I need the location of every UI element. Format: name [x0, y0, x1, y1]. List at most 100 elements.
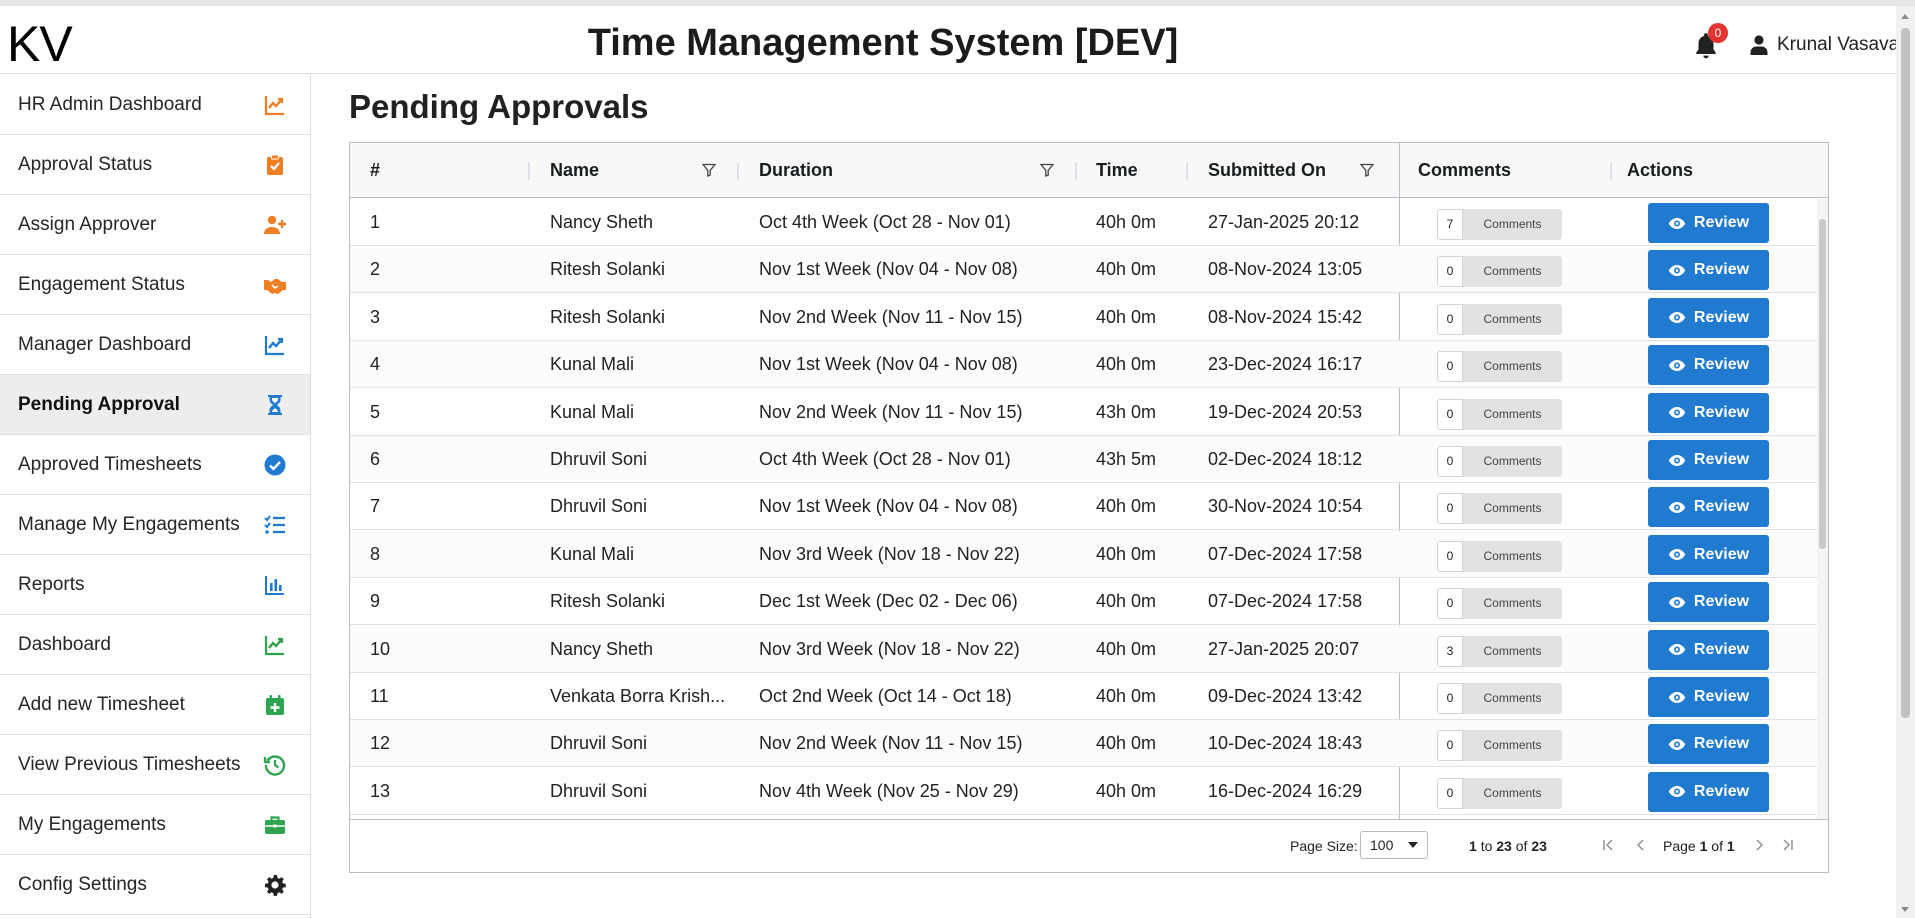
- sidebar-item-manage-my-engagements[interactable]: Manage My Engagements: [0, 495, 310, 555]
- comments-button[interactable]: 0 Comments: [1437, 303, 1562, 335]
- review-button[interactable]: Review: [1648, 440, 1769, 480]
- sidebar-item-approved-timesheets[interactable]: Approved Timesheets: [0, 435, 310, 495]
- table-row[interactable]: 1 Nancy Sheth Oct 4th Week (Oct 28 - Nov 0…: [350, 199, 1820, 246]
- comments-button[interactable]: 0 Comments: [1437, 446, 1562, 477]
- table-row[interactable]: 4 Kunal Mali Nov 1st Week (Nov 04 - Nov 08…: [350, 341, 1820, 389]
- table-row[interactable]: 7 Dhruvil Soni Nov 1st Week (Nov 04 - Nov …: [350, 483, 1820, 531]
- review-button[interactable]: Review: [1648, 250, 1769, 291]
- sidebar-item-view-previous-timesheets[interactable]: View Previous Timesheets: [0, 735, 310, 795]
- filter-icon[interactable]: [1040, 163, 1054, 177]
- cell-index: 7: [370, 496, 381, 517]
- cell-name: Dhruvil Soni: [550, 449, 648, 469]
- table-row[interactable]: 3 Ritesh Solanki Nov 2nd Week (Nov 11 - No…: [350, 294, 1820, 341]
- review-button[interactable]: Review: [1648, 534, 1769, 575]
- scroll-down-arrow-icon[interactable]: [1901, 907, 1909, 912]
- user-menu[interactable]: Krunal Vasava: [1750, 32, 1899, 58]
- page-scrollbar-thumb[interactable]: [1901, 28, 1910, 718]
- sidebar-item-reports[interactable]: Reports: [0, 555, 310, 615]
- cell-duration: Oct 2nd Week (Oct 14 - Oct 18): [759, 686, 1012, 706]
- sidebar-item-engagement-status[interactable]: Engagement Status: [0, 255, 310, 315]
- cell-name: Ritesh Solanki: [550, 259, 666, 280]
- grid-body: 1 Nancy Sheth Oct 4th Week (Oct 28 - Nov 0…: [350, 199, 1828, 819]
- col-resize-handle[interactable]: [1186, 162, 1188, 180]
- sidebar-item-hr-admin-dashboard[interactable]: HR Admin Dashboard: [0, 75, 310, 135]
- table-row[interactable]: 11 Venkata Borra Krish... Oct 2nd Week (Oc…: [350, 673, 1820, 720]
- sidebar-item-assign-approver[interactable]: Assign Approver: [0, 195, 310, 255]
- col-header-duration[interactable]: Duration: [759, 143, 833, 198]
- sidebar-item-config-settings[interactable]: Config Settings: [0, 855, 310, 915]
- review-button[interactable]: Review: [1648, 629, 1769, 670]
- chevron-down-icon: [1408, 842, 1418, 848]
- table-row[interactable]: 13 Dhruvil Soni Nov 4th Week (Nov 25 - Nov…: [350, 768, 1820, 815]
- review-label: Review: [1693, 308, 1750, 326]
- scroll-up-arrow-icon[interactable]: [1901, 14, 1909, 19]
- first-page-icon[interactable]: [1601, 836, 1617, 854]
- next-page-icon[interactable]: [1751, 836, 1767, 854]
- review-button[interactable]: Review: [1648, 203, 1769, 243]
- table-row[interactable]: 2 Ritesh Solanki Nov 1st Week (Nov 04 - No…: [350, 246, 1820, 294]
- review-label: Review: [1693, 214, 1750, 231]
- review-button[interactable]: Review: [1648, 392, 1769, 433]
- comments-button[interactable]: 0 Comments: [1437, 256, 1562, 288]
- table-row[interactable]: 6 Dhruvil Soni Oct 4th Week (Oct 28 - Nov …: [350, 436, 1820, 483]
- table-row[interactable]: 5 Kunal Mali Nov 2nd Week (Nov 11 - Nov 15…: [350, 389, 1820, 436]
- review-button[interactable]: Review: [1648, 345, 1769, 386]
- comments-button[interactable]: 0 Comments: [1437, 540, 1562, 572]
- current-page: 1: [1699, 838, 1708, 854]
- table-row[interactable]: 10 Nancy Sheth Nov 3rd Week (Nov 18 - Nov …: [350, 625, 1820, 673]
- comments-button[interactable]: 0 Comments: [1437, 398, 1562, 430]
- cell-time: 40h 0m: [1096, 354, 1157, 375]
- eye-icon: [1668, 596, 1686, 608]
- col-header-comments[interactable]: Comments: [1418, 143, 1511, 198]
- grid-scrollbar-thumb[interactable]: [1819, 219, 1826, 549]
- review-button[interactable]: Review: [1648, 771, 1769, 812]
- comments-button[interactable]: 0 Comments: [1437, 683, 1562, 714]
- review-button[interactable]: Review: [1648, 582, 1769, 623]
- review-label: Review: [1693, 356, 1750, 374]
- page-size-select[interactable]: 100: [1360, 831, 1428, 859]
- sidebar-item-dashboard[interactable]: Dashboard: [0, 615, 310, 675]
- comments-button[interactable]: 0 Comments: [1437, 777, 1562, 809]
- table-row[interactable]: 12 Dhruvil Soni Nov 2nd Week (Nov 11 - Nov…: [350, 720, 1820, 768]
- col-header-actions[interactable]: Actions: [1627, 143, 1693, 198]
- sidebar-item-pending-approval[interactable]: Pending Approval: [0, 375, 310, 435]
- comments-count: 0: [1437, 351, 1463, 383]
- last-page-icon[interactable]: [1779, 836, 1795, 854]
- table-row[interactable]: 8 Kunal Mali Nov 3rd Week (Nov 18 - Nov 22…: [350, 530, 1820, 578]
- review-button[interactable]: Review: [1648, 487, 1769, 528]
- page-title: Pending Approvals: [349, 88, 649, 125]
- sidebar-item-label: View Previous Timesheets: [18, 753, 241, 775]
- cell-submitted-on: 09-Dec-2024 13:42: [1208, 686, 1363, 706]
- comments-button[interactable]: 0 Comments: [1437, 351, 1562, 383]
- col-resize-handle[interactable]: [528, 162, 530, 180]
- page-scrollbar[interactable]: [1896, 6, 1915, 918]
- filter-icon[interactable]: [1360, 163, 1374, 177]
- sidebar-item-my-engagements[interactable]: My Engagements: [0, 795, 310, 855]
- review-button[interactable]: Review: [1648, 677, 1769, 717]
- grid-scrollbar[interactable]: [1817, 199, 1828, 819]
- comments-button[interactable]: 7 Comments: [1437, 209, 1562, 240]
- col-resize-handle[interactable]: [1075, 162, 1077, 180]
- sidebar-item-manager-dashboard[interactable]: Manager Dashboard: [0, 315, 310, 375]
- col-header-submitted-on[interactable]: Submitted On: [1208, 143, 1326, 198]
- col-header-time[interactable]: Time: [1096, 143, 1138, 198]
- review-button[interactable]: Review: [1648, 297, 1769, 338]
- cell-duration: Nov 3rd Week (Nov 18 - Nov 22): [759, 543, 1020, 564]
- comments-button[interactable]: 0 Comments: [1437, 588, 1562, 620]
- col-resize-handle[interactable]: [737, 162, 739, 180]
- sidebar-item-add-new-timesheet[interactable]: Add new Timesheet: [0, 675, 310, 735]
- filter-icon[interactable]: [702, 163, 716, 177]
- comments-button[interactable]: 0 Comments: [1437, 493, 1562, 525]
- comments-label: Comments: [1463, 303, 1562, 335]
- review-button[interactable]: Review: [1648, 724, 1769, 765]
- col-header-name[interactable]: Name: [550, 143, 599, 198]
- cell-time: 40h 0m: [1096, 733, 1157, 754]
- comments-button[interactable]: 3 Comments: [1437, 635, 1562, 667]
- sidebar-item-approval-status[interactable]: Approval Status: [0, 135, 310, 195]
- comments-button[interactable]: 0 Comments: [1437, 730, 1562, 762]
- col-header-index[interactable]: #: [370, 143, 380, 198]
- calendar-plus-icon: [266, 694, 284, 715]
- col-resize-handle[interactable]: [1610, 162, 1612, 180]
- table-row[interactable]: 9 Ritesh Solanki Dec 1st Week (Dec 02 - De…: [350, 578, 1820, 626]
- previous-page-icon[interactable]: [1633, 836, 1649, 854]
